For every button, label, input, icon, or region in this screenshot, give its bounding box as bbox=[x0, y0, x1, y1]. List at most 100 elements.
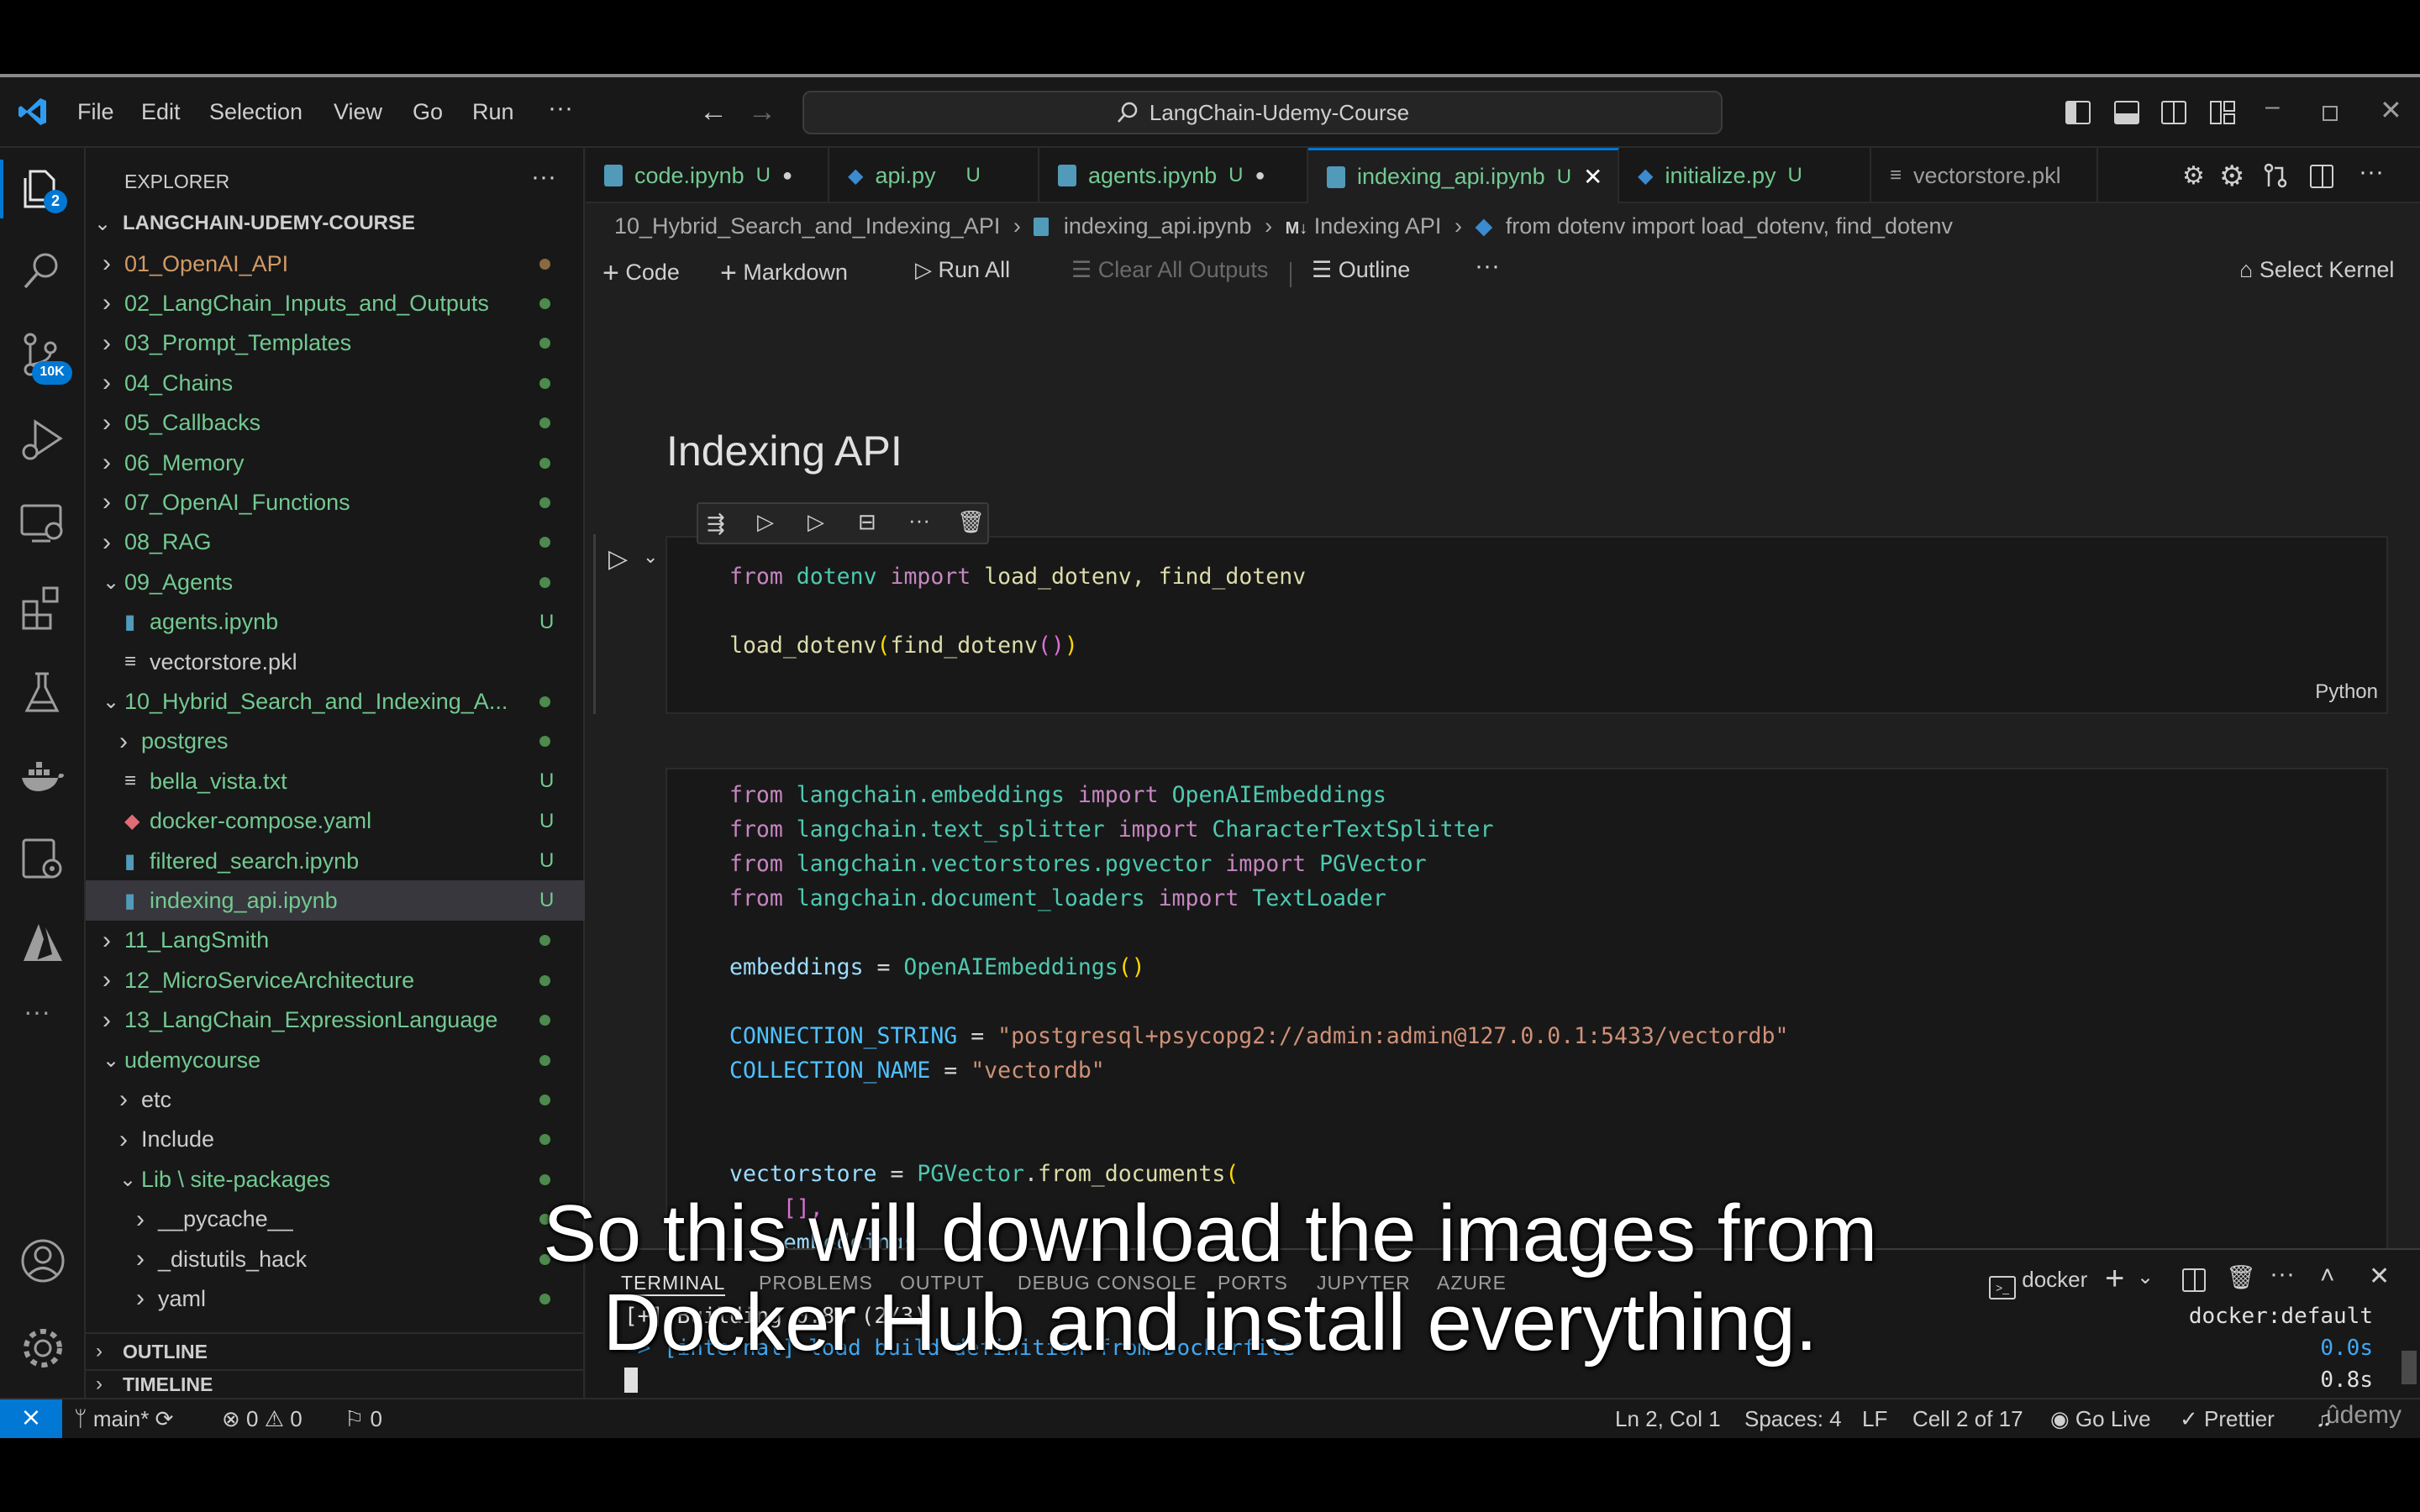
run-cell-icon[interactable]: ▷ bbox=[608, 544, 628, 574]
tab-indexing-api-ipynb[interactable]: indexing_api.ipynb U ✕ bbox=[1308, 148, 1619, 203]
tree-folder[interactable]: › 05_Callbacks bbox=[86, 403, 585, 444]
back-arrow-icon[interactable]: ← bbox=[699, 96, 728, 129]
unsaved-dot-icon[interactable]: ● bbox=[782, 166, 792, 186]
tree-file[interactable]: ≡ vectorstore.pkl bbox=[86, 642, 585, 682]
tree-folder[interactable]: › 07_OpenAI_Functions bbox=[86, 482, 585, 522]
tree-folder[interactable]: › 08_RAG bbox=[86, 522, 585, 563]
code-cell-1[interactable]: from dotenv import load_dotenv, find_dot… bbox=[666, 536, 2388, 714]
remote-explorer-icon[interactable] bbox=[18, 499, 67, 548]
prettier-button[interactable]: ✓ Prettier bbox=[2180, 1406, 2275, 1432]
forward-arrow-icon[interactable]: → bbox=[748, 96, 776, 129]
tree-folder[interactable]: › Include bbox=[86, 1120, 585, 1160]
chevron-down-icon[interactable]: ⌄ bbox=[643, 546, 658, 568]
source-control-icon[interactable]: 10K bbox=[18, 331, 72, 385]
breadcrumb-section[interactable]: Indexing API bbox=[1314, 213, 1442, 239]
explorer-icon[interactable]: 2 bbox=[18, 163, 67, 213]
split-editor-icon[interactable] bbox=[2310, 165, 2333, 188]
breadcrumb-folder[interactable]: 10_Hybrid_Search_and_Indexing_API bbox=[614, 213, 1000, 239]
minimize-icon[interactable]: – bbox=[2265, 92, 2280, 121]
menu-more[interactable]: ··· bbox=[548, 94, 573, 123]
toggle-panel-icon[interactable] bbox=[2114, 101, 2139, 124]
tree-file[interactable]: ▮ filtered_search.ipynb U bbox=[86, 841, 585, 881]
cursor-position[interactable]: Ln 2, Col 1 bbox=[1615, 1406, 1721, 1432]
tree-folder[interactable]: ⌄ udemycourse bbox=[86, 1040, 585, 1080]
problems-indicator[interactable]: ⊗ 0 ⚠ 0 bbox=[222, 1406, 302, 1432]
extensions-icon[interactable] bbox=[18, 583, 67, 632]
toggle-secondary-sidebar-icon[interactable] bbox=[2161, 101, 2186, 124]
git-branch[interactable]: ᛘ main* ⟳ bbox=[74, 1406, 173, 1432]
menu-view[interactable]: View bbox=[334, 99, 382, 125]
jupyter-settings-icon[interactable]: ⚙ bbox=[2182, 161, 2205, 191]
tree-folder[interactable]: › 13_LangChain_ExpressionLanguage bbox=[86, 1000, 585, 1041]
select-kernel-button[interactable]: ⌂ Select Kernel bbox=[2239, 257, 2394, 283]
menu-go[interactable]: Go bbox=[413, 99, 443, 125]
tree-file[interactable]: ▮ indexing_api.ipynb U bbox=[86, 880, 585, 921]
tab-vectorstore-pkl[interactable]: ≡ vectorstore.pkl bbox=[1871, 148, 2098, 203]
outline-button[interactable]: ☰ Outline bbox=[1312, 257, 1410, 283]
cell-language-label[interactable]: Python bbox=[2315, 680, 2378, 704]
cell-1-code[interactable]: from dotenv import load_dotenv, find_dot… bbox=[729, 559, 1306, 663]
command-center-search[interactable]: LangChain-Udemy-Course bbox=[802, 91, 1723, 134]
workspace-root[interactable]: ⌄ LANGCHAIN-UDEMY-COURSE bbox=[86, 203, 585, 244]
line-ending[interactable]: LF bbox=[1862, 1406, 1887, 1432]
execute-below-icon[interactable]: ▷ bbox=[808, 509, 824, 535]
tree-folder[interactable]: › 04_Chains bbox=[86, 363, 585, 403]
menu-run[interactable]: Run bbox=[472, 99, 514, 125]
tree-folder[interactable]: › 12_MicroServiceArchitecture bbox=[86, 960, 585, 1000]
testing-flask-icon[interactable] bbox=[18, 669, 67, 717]
close-window-icon[interactable]: ✕ bbox=[2380, 94, 2402, 126]
code-cell-2[interactable]: from langchain.embeddings import OpenAIE… bbox=[666, 768, 2388, 1256]
tree-file[interactable]: ≡ bella_vista.txt U bbox=[86, 761, 585, 801]
run-debug-icon[interactable] bbox=[18, 415, 67, 464]
clear-outputs-button[interactable]: ☰ Clear All Outputs bbox=[1071, 257, 1268, 283]
toggle-sidebar-icon[interactable] bbox=[2065, 101, 2091, 124]
tree-folder[interactable]: › 03_Prompt_Templates bbox=[86, 323, 585, 364]
tab-agents-ipynb[interactable]: agents.ipynb U ● bbox=[1039, 148, 1308, 203]
tree-folder[interactable]: ⌄ 09_Agents bbox=[86, 562, 585, 602]
run-cell-below-icon[interactable]: ▷ bbox=[757, 509, 774, 535]
docker-icon[interactable] bbox=[18, 753, 67, 801]
menu-edit[interactable]: Edit bbox=[141, 99, 181, 125]
tree-folder[interactable]: › 06_Memory bbox=[86, 443, 585, 483]
add-code-button[interactable]: + Code bbox=[602, 257, 680, 290]
split-cell-icon[interactable]: ⊟ bbox=[858, 509, 876, 535]
cell-indicator[interactable]: Cell 2 of 17 bbox=[1912, 1406, 2023, 1432]
breadcrumb-symbol[interactable]: from dotenv import load_dotenv, find_dot… bbox=[1506, 213, 1953, 239]
close-tab-icon[interactable]: ✕ bbox=[1583, 163, 1602, 191]
open-changes-icon[interactable] bbox=[2263, 163, 2288, 188]
menu-file[interactable]: File bbox=[77, 99, 114, 125]
tree-folder[interactable]: › 11_LangSmith bbox=[86, 921, 585, 961]
explorer-more-button[interactable]: ··· bbox=[531, 163, 556, 192]
toolbar-more[interactable]: ··· bbox=[1475, 252, 1500, 281]
editor-more-actions[interactable]: ··· bbox=[2359, 158, 2384, 186]
maximize-icon[interactable] bbox=[2323, 106, 2338, 121]
tab-api-py[interactable]: ◆ api.py U bbox=[829, 148, 1039, 203]
delete-cell-icon[interactable]: 🗑 bbox=[957, 509, 985, 535]
tree-folder[interactable]: ⌄ 10_Hybrid_Search_and_Indexing_A... bbox=[86, 681, 585, 722]
go-live-button[interactable]: ◉ Go Live bbox=[2050, 1406, 2151, 1432]
tree-file[interactable]: ◆ docker-compose.yaml U bbox=[86, 801, 585, 842]
customize-layout-icon[interactable] bbox=[2210, 101, 2235, 124]
tab-initialize-py[interactable]: ◆ initialize.py U bbox=[1619, 148, 1871, 203]
gear-icon[interactable]: ⚙ bbox=[2219, 160, 2244, 193]
run-all-button[interactable]: ▷ Run All bbox=[915, 257, 1010, 283]
remote-indicator-icon[interactable]: ⨯ bbox=[0, 1399, 62, 1438]
kubernetes-gear-icon[interactable] bbox=[18, 835, 67, 884]
tree-file[interactable]: ▮ agents.ipynb U bbox=[86, 602, 585, 643]
tree-folder[interactable]: › postgres bbox=[86, 722, 585, 762]
more-views[interactable]: ··· bbox=[24, 996, 50, 1027]
run-above-icon[interactable]: ⇶ bbox=[707, 511, 725, 537]
timeline-section[interactable]: › TIMELINE bbox=[86, 1369, 585, 1398]
unsaved-dot-icon[interactable]: ● bbox=[1255, 166, 1265, 186]
search-view-icon[interactable] bbox=[18, 247, 67, 296]
tree-folder[interactable]: › 01_OpenAI_API bbox=[86, 244, 585, 284]
breadcrumb-file[interactable]: indexing_api.ipynb bbox=[1064, 213, 1252, 239]
menu-selection[interactable]: Selection bbox=[209, 99, 302, 125]
tree-folder[interactable]: › etc bbox=[86, 1079, 585, 1120]
azure-icon[interactable] bbox=[18, 919, 67, 968]
add-markdown-button[interactable]: + Markdown bbox=[720, 257, 848, 290]
tree-folder[interactable]: › 02_LangChain_Inputs_and_Outputs bbox=[86, 283, 585, 323]
ports-indicator[interactable]: ⚐ 0 bbox=[345, 1406, 382, 1432]
indentation[interactable]: Spaces: 4 bbox=[1744, 1406, 1842, 1432]
tab-code-ipynb[interactable]: code.ipynb U ● bbox=[586, 148, 829, 203]
